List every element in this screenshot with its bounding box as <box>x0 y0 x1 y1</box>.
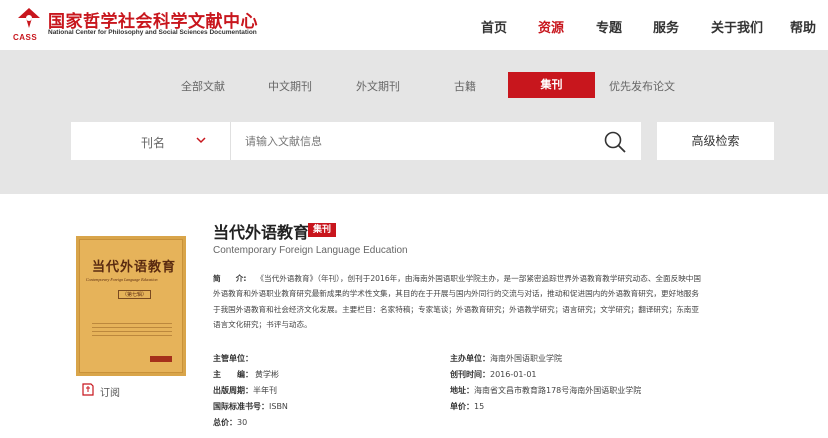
meta-editor: 主 编： 黄学彬 <box>213 369 279 380</box>
meta-value: 半年刊 <box>253 386 277 395</box>
meta-label: 主办单位： <box>450 354 490 363</box>
site-header: CASS 国家哲学社会科学文献中心 National Center for Ph… <box>0 0 828 50</box>
tab-foreign-journals[interactable]: 外文期刊 <box>356 78 400 94</box>
search-input[interactable] <box>233 122 593 160</box>
intro-label: 简 介: <box>213 274 247 283</box>
chevron-down-icon <box>196 137 206 144</box>
journal-title-en: Contemporary Foreign Language Education <box>213 245 408 256</box>
cover-title-en: Contemporary Foreign Language Education <box>86 277 158 282</box>
tab-chinese-journals[interactable]: 中文期刊 <box>268 78 312 94</box>
logo-abbr: CASS <box>13 33 38 42</box>
meta-unit-price: 单价：15 <box>450 401 484 412</box>
meta-value: 30 <box>237 418 248 427</box>
advanced-search-button[interactable]: 高级检索 <box>657 122 774 160</box>
meta-label: 地址： <box>450 386 474 395</box>
meta-value: 黄学彬 <box>255 370 279 379</box>
nav-resources[interactable]: 资源 <box>538 17 564 36</box>
tab-priority-papers[interactable]: 优先发布论文 <box>609 78 675 94</box>
cass-logo-icon[interactable] <box>14 6 44 32</box>
meta-founded: 创刊时间：2016-01-01 <box>450 369 537 380</box>
nav-help[interactable]: 帮助 <box>790 17 816 36</box>
meta-sponsor: 主办单位：海南外国语职业学院 <box>450 353 562 364</box>
meta-value: 海南省文昌市教育路178号海南外国语职业学院 <box>474 386 642 395</box>
meta-total-price: 总价：30 <box>213 417 247 428</box>
nav-topics[interactable]: 专题 <box>596 17 622 36</box>
meta-label: 主 编： <box>213 370 253 379</box>
search-icon[interactable] <box>603 130 627 154</box>
meta-cycle: 出版周期：半年刊 <box>213 385 277 396</box>
meta-address: 地址：海南省文昌市教育路178号海南外国语职业学院 <box>450 385 641 396</box>
meta-label: 总价： <box>213 418 237 427</box>
subscribe-label: 订阅 <box>100 388 120 399</box>
bookmark-icon <box>82 383 94 396</box>
nav-home[interactable]: 首页 <box>481 17 507 36</box>
meta-label: 单价： <box>450 402 474 411</box>
search-field-label: 刊名 <box>141 136 166 150</box>
search-field-select[interactable]: 刊名 <box>71 122 231 160</box>
meta-value: 2016-01-01 <box>490 370 537 379</box>
meta-value: 15 <box>474 402 485 411</box>
tab-all[interactable]: 全部文献 <box>181 78 225 94</box>
cover-text-lines <box>92 323 172 339</box>
meta-label: 国际标准书号： <box>213 402 269 411</box>
site-subtitle: National Center for Philosophy and Socia… <box>48 29 257 36</box>
journal-introduction: 简 介: 《当代外语教育》（年刊），创刊于2016年，由海南外国语职业学院主办，是… <box>213 271 703 333</box>
meta-issn: 国际标准书号：ISBN <box>213 401 288 412</box>
cover-title: 当代外语教育 <box>92 260 177 275</box>
meta-value: ISBN <box>269 402 288 411</box>
meta-label: 出版周期： <box>213 386 253 395</box>
meta-value: 海南外国语职业学院 <box>490 354 562 363</box>
tab-collections[interactable]: 集刊 <box>508 72 595 98</box>
nav-about[interactable]: 关于我们 <box>711 17 763 36</box>
meta-label: 创刊时间： <box>450 370 490 379</box>
journal-title: 当代外语教育 <box>213 223 310 242</box>
cover-volume: （第七辑） <box>118 290 152 299</box>
meta-label: 主管单位： <box>213 354 253 363</box>
search-bar: 刊名 <box>71 122 641 160</box>
meta-competent-unit: 主管单位： <box>213 353 253 364</box>
tab-ancient-books[interactable]: 古籍 <box>454 78 476 94</box>
journal-type-badge: 集刊 <box>308 223 337 237</box>
journal-cover-image: 当代外语教育 Contemporary Foreign Language Edu… <box>76 236 186 376</box>
nav-services[interactable]: 服务 <box>653 17 679 36</box>
intro-text: 《当代外语教育》（年刊），创刊于2016年，由海南外国语职业学院主办，是一部紧密… <box>213 274 701 330</box>
cover-publisher-stamp <box>150 356 172 362</box>
